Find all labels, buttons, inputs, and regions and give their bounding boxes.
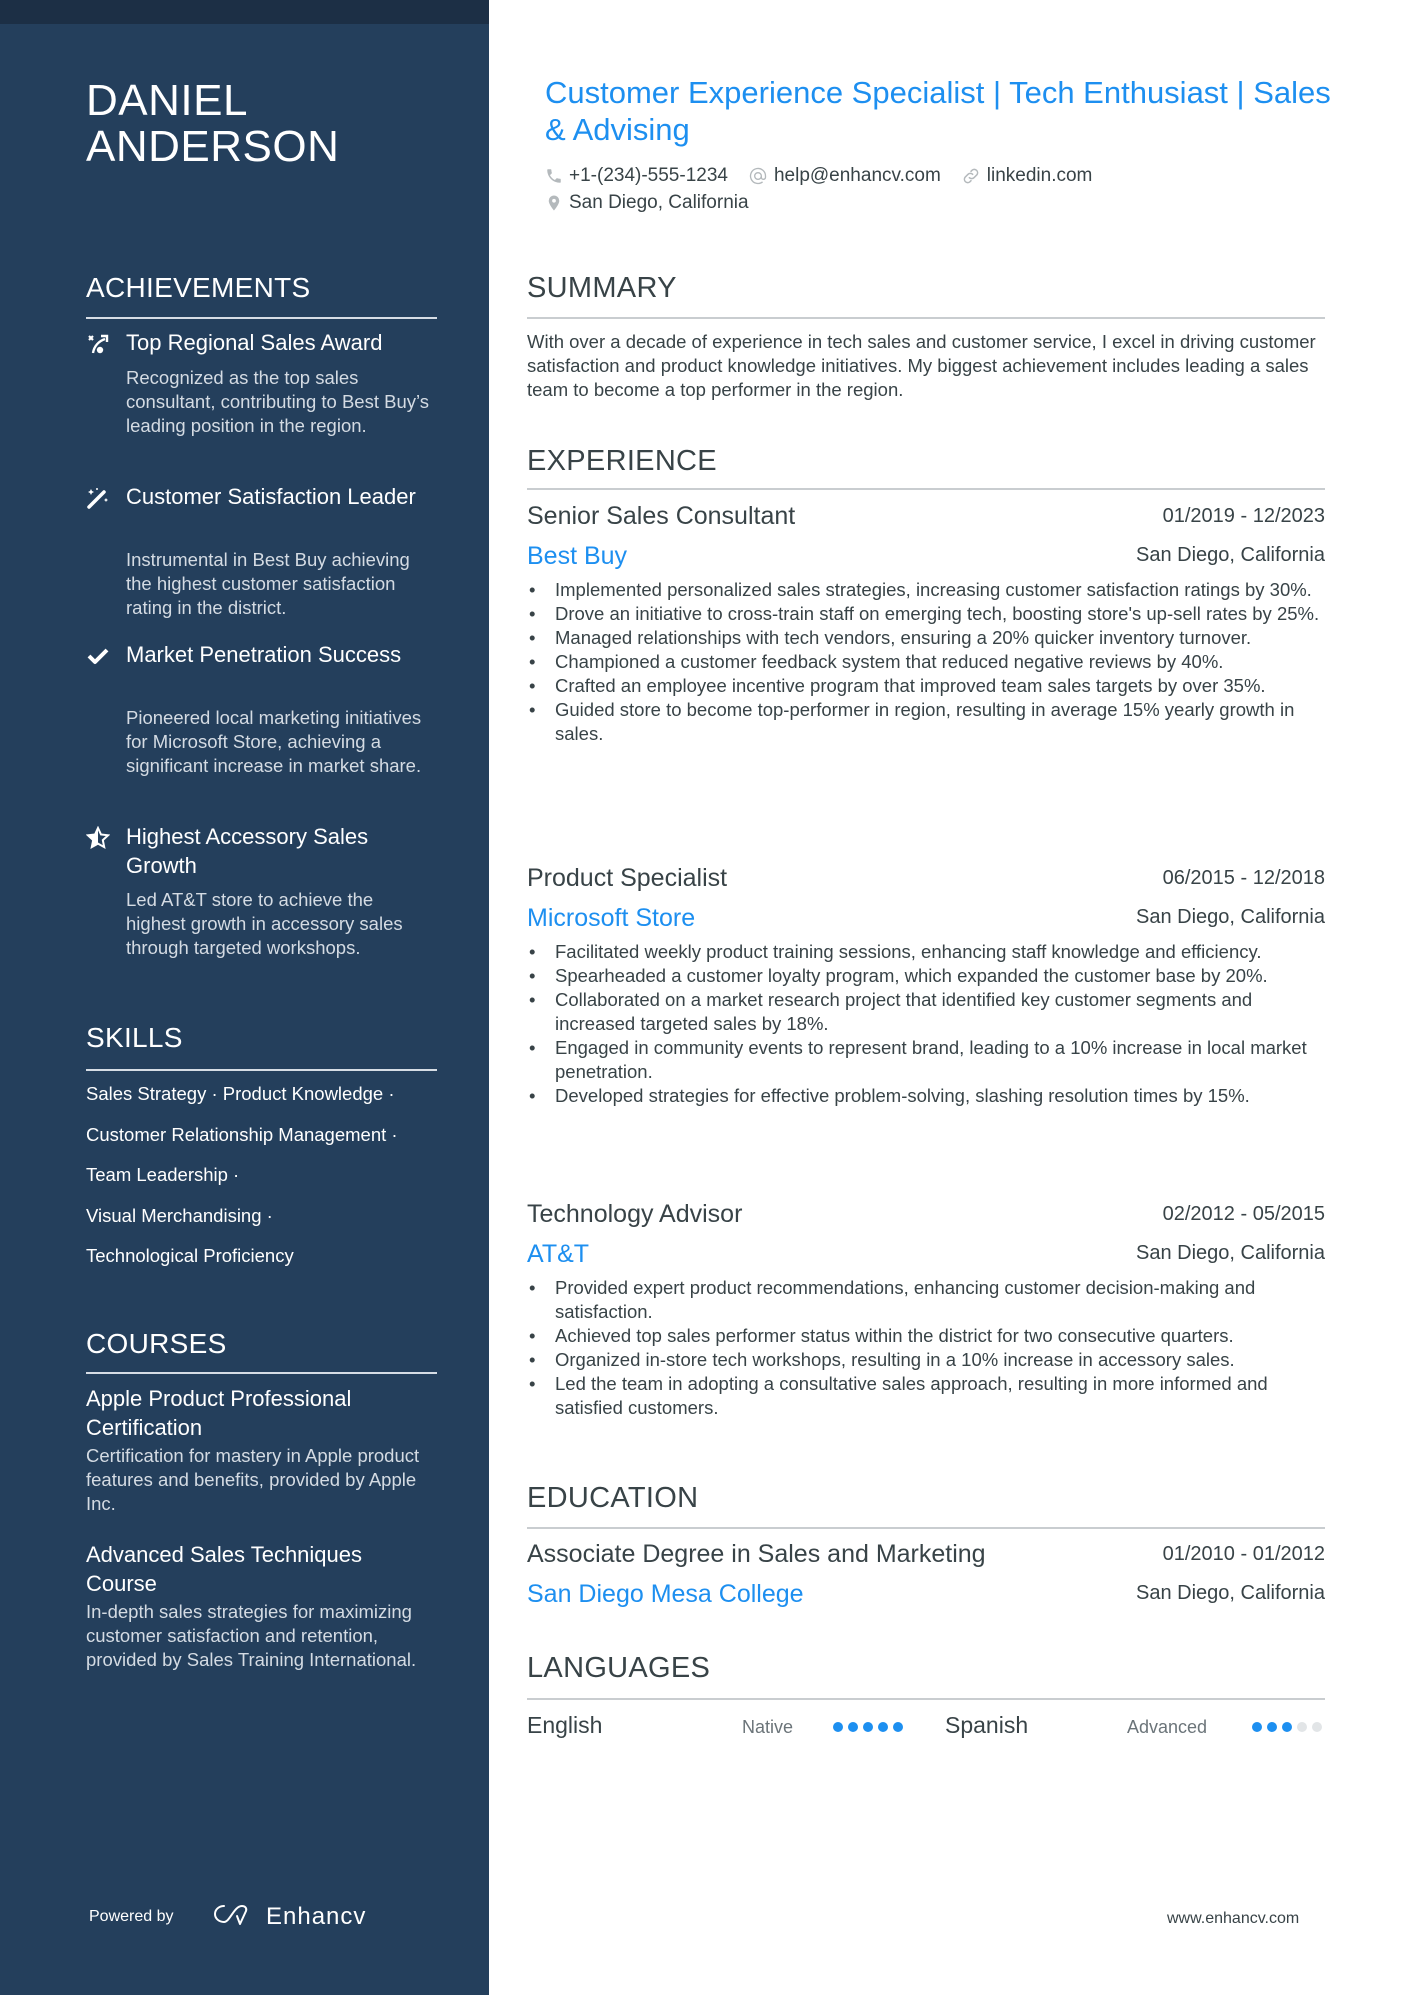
rating-dot	[1267, 1722, 1277, 1732]
course-item: Advanced Sales Techniques Course In-dept…	[86, 1542, 417, 1670]
enhancv-logo[interactable]: Enhancv	[208, 1900, 366, 1933]
courses-rule	[86, 1372, 437, 1374]
experience-rule	[527, 488, 1325, 490]
skills-title: SKILLS	[86, 1022, 183, 1053]
job-dates: 02/2012 - 05/2015	[1162, 1203, 1325, 1225]
education-location: San Diego, California	[1136, 1582, 1325, 1604]
rating-dot	[878, 1722, 888, 1732]
contact-phone[interactable]: +1-(234)-555-1234	[545, 165, 728, 187]
contact-email[interactable]: help@enhancv.com	[748, 165, 941, 187]
job-bullet: Collaborated on a market research projec…	[527, 988, 1325, 1036]
contact-location: San Diego, California	[545, 192, 749, 214]
languages-row: English Native Spanish Advanced	[527, 1712, 1325, 1742]
language-name: English	[527, 1712, 603, 1738]
job-entry: Technology Advisor 02/2012 - 05/2015 AT&T…	[527, 1200, 1325, 1420]
course-item: Apple Product Professional Certification…	[86, 1386, 420, 1514]
contact-row: +1-(234)-555-1234 help@enhancv.com linke…	[545, 165, 1112, 187]
degree: Associate Degree in Sales and Marketing	[527, 1540, 986, 1568]
job-bullet: Developed strategies for effective probl…	[527, 1084, 1325, 1108]
job-bullet: Led the team in adopting a consultative …	[527, 1372, 1325, 1420]
enhancv-brand-name: Enhancv	[266, 1902, 367, 1930]
powered-by-label: Powered by	[89, 1908, 174, 1925]
job-location: San Diego, California	[1136, 1242, 1325, 1264]
job-bullet: Drove an initiative to cross-train staff…	[527, 602, 1325, 626]
languages-title: LANGUAGES	[527, 1652, 711, 1684]
education-rule	[527, 1527, 1325, 1529]
skill-line: Sales Strategy · Product Knowledge ·	[86, 1083, 395, 1104]
magic-wand-icon	[86, 486, 110, 510]
skills-rule	[86, 1069, 437, 1071]
job-role: Product Specialist	[527, 864, 728, 892]
job-bullet: Implemented personalized sales strategie…	[527, 578, 1325, 602]
education-entry: Associate Degree in Sales and Marketing 0…	[527, 1540, 1325, 1612]
job-role: Technology Advisor	[527, 1200, 743, 1228]
achievements-rule	[86, 317, 437, 319]
language-rating	[1252, 1722, 1322, 1732]
job-bullet: Organized in-store tech workshops, resul…	[527, 1348, 1325, 1372]
language-name: Spanish	[945, 1712, 1029, 1738]
job-bullet: Engaged in community events to represent…	[527, 1036, 1325, 1084]
rating-dot	[1252, 1722, 1262, 1732]
job-bullets: Implemented personalized sales strategie…	[527, 578, 1325, 746]
experience-title: EXPERIENCE	[527, 445, 717, 477]
job-bullet: Facilitated weekly product training sess…	[527, 940, 1325, 964]
job-role: Senior Sales Consultant	[527, 502, 796, 530]
school[interactable]: San Diego Mesa College	[527, 1580, 804, 1609]
summary-rule	[527, 317, 1325, 319]
rating-dot	[1312, 1722, 1322, 1732]
star-half-icon	[85, 825, 111, 850]
phone-icon	[547, 169, 561, 183]
job-bullet: Managed relationships with tech vendors,…	[527, 626, 1325, 650]
languages-rule	[527, 1698, 1325, 1700]
job-company[interactable]: Best Buy	[527, 542, 627, 571]
job-entry: Product Specialist 06/2015 - 12/2018 Micr…	[527, 864, 1325, 1108]
education-dates: 01/2010 - 01/2012	[1162, 1543, 1325, 1565]
job-entry: Senior Sales Consultant 01/2019 - 12/2023…	[527, 502, 1325, 746]
job-company[interactable]: Microsoft Store	[527, 904, 695, 933]
job-location: San Diego, California	[1136, 544, 1325, 566]
job-location: San Diego, California	[1136, 906, 1325, 928]
skill-line: Technological Proficiency	[86, 1245, 294, 1266]
skill-line: Team Leadership ·	[86, 1164, 240, 1185]
rating-dot	[1297, 1722, 1307, 1732]
summary-title: SUMMARY	[527, 272, 677, 304]
job-company[interactable]: AT&T	[527, 1240, 589, 1269]
education-title: EDUCATION	[527, 1482, 699, 1514]
job-bullets: Facilitated weekly product training sess…	[527, 940, 1325, 1108]
language-level: Native	[742, 1717, 794, 1737]
candidate-name: DANIEL ANDERSON	[86, 76, 340, 171]
job-bullet: Achieved top sales performer status with…	[527, 1324, 1325, 1348]
rating-dot	[833, 1722, 843, 1732]
rating-dot	[893, 1722, 903, 1732]
at-icon	[749, 167, 767, 185]
footer-url[interactable]: www.enhancv.com	[1167, 1910, 1299, 1928]
contact-link[interactable]: linkedin.com	[961, 165, 1092, 187]
achievements-title: ACHIEVEMENTS	[86, 272, 311, 303]
enhancv-logo-icon	[208, 1900, 256, 1933]
map-pin-icon	[548, 195, 560, 211]
language-rating	[833, 1722, 903, 1732]
job-bullet: Championed a customer feedback system th…	[527, 650, 1325, 674]
headline: Customer Experience Specialist | Tech En…	[545, 75, 1331, 147]
language-level: Advanced	[1127, 1717, 1208, 1737]
link-icon	[963, 168, 979, 184]
job-bullets: Provided expert product recommendations,…	[527, 1276, 1325, 1420]
strategy-icon	[86, 332, 110, 356]
sidebar-top-strip	[0, 0, 489, 24]
job-dates: 06/2015 - 12/2018	[1162, 867, 1325, 889]
job-bullet: Guided store to become top-performer in …	[527, 698, 1325, 746]
summary-text: With over a decade of experience in tech…	[527, 331, 1316, 400]
skill-line: Customer Relationship Management ·	[86, 1124, 398, 1145]
job-dates: 01/2019 - 12/2023	[1162, 505, 1325, 527]
job-bullet: Crafted an employee incentive program th…	[527, 674, 1325, 698]
skill-line: Visual Merchandising ·	[86, 1205, 273, 1226]
check-icon	[86, 644, 110, 668]
contact-row-location: San Diego, California	[545, 192, 769, 214]
rating-dot	[1282, 1722, 1292, 1732]
job-bullet: Spearheaded a customer loyalty program, …	[527, 964, 1325, 988]
courses-title: COURSES	[86, 1328, 227, 1359]
rating-dot	[863, 1722, 873, 1732]
rating-dot	[848, 1722, 858, 1732]
job-bullet: Provided expert product recommendations,…	[527, 1276, 1325, 1324]
